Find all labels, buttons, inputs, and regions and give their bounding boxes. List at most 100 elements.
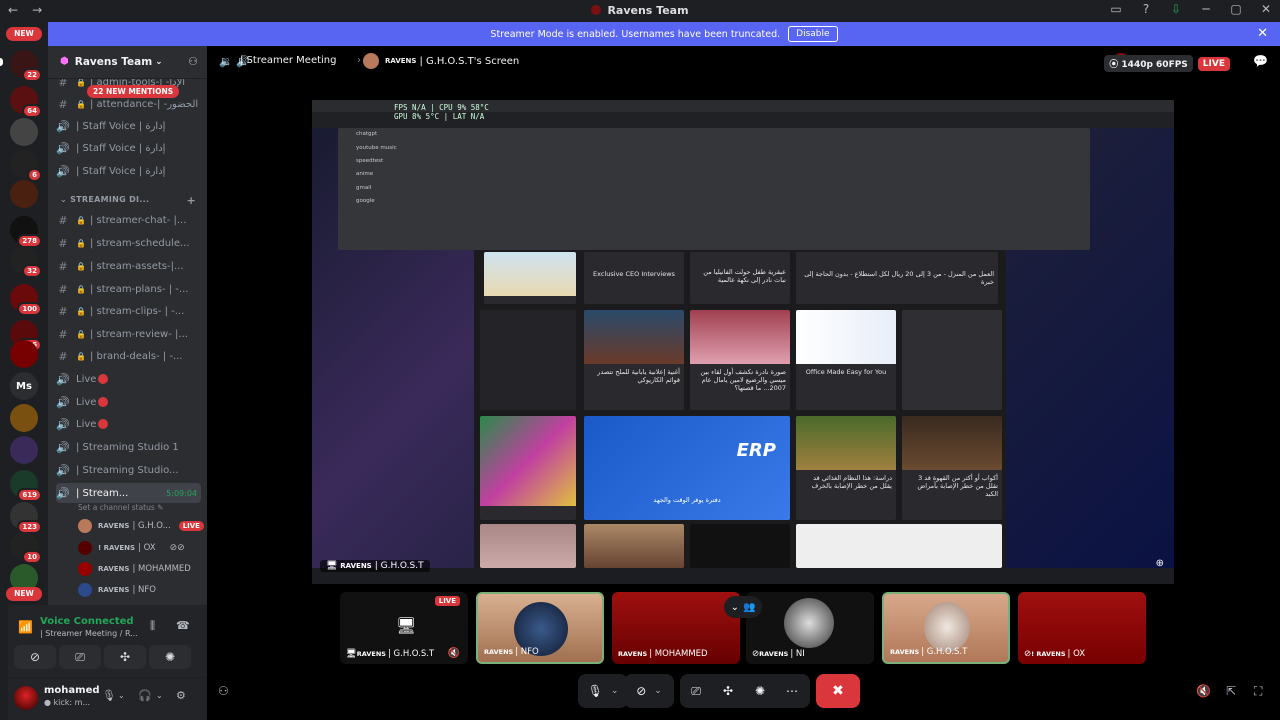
settings-gear-icon[interactable]: ⚙ <box>176 689 186 702</box>
inbox-icon[interactable]: ▭ <box>1108 2 1124 16</box>
noise-suppression-icon[interactable]: ⫼ <box>150 619 155 633</box>
volume-muted-icon[interactable]: 🔇 <box>1196 684 1211 698</box>
chevron-down-icon: ⌄ <box>610 686 619 696</box>
more-options-button[interactable]: ⋯ <box>778 674 806 708</box>
microphone-icon[interactable]: 🎙 <box>102 689 116 702</box>
guild-icon-ms[interactable]: Ms <box>10 372 38 400</box>
channel-item[interactable]: # 🔒 | streamer-chat- |... <box>56 210 201 230</box>
voice-user[interactable]: ! RAVENS | OX ⊘⊘ <box>78 539 185 557</box>
screen-share-stage[interactable]: FPS N/A | CPU 9% 58°C GPU 8% 5°C | LAT N/… <box>312 100 1174 584</box>
close-icon[interactable]: ✕ <box>1258 2 1274 16</box>
back-icon[interactable]: ← <box>8 3 18 17</box>
collapse-participants-button[interactable]: ⌄ 👥 <box>724 596 762 618</box>
streamer-mode-banner: Streamer Mode is enabled. Usernames have… <box>48 22 1280 46</box>
voice-channel-path[interactable]: | Streamer Meeting / R... <box>40 629 150 638</box>
voice-channel-item[interactable]: 🔊 Live <box>56 369 201 389</box>
disconnect-icon[interactable]: ☎ <box>176 619 190 632</box>
disable-button[interactable]: Disable <box>788 26 838 42</box>
camera-off-button[interactable]: ⊘ <box>14 645 56 669</box>
channel-status-hint[interactable]: Set a channel status ✎ <box>78 503 163 512</box>
chevron-down-icon[interactable]: ⌄ <box>156 691 163 700</box>
voice-connected-label[interactable]: Voice Connected <box>40 616 134 627</box>
voice-channel-item[interactable]: 🔊 | Staff Voice | إدارة <box>56 138 201 158</box>
guild-icon[interactable] <box>10 180 38 208</box>
zoom-icon[interactable]: ⊕ <box>1156 558 1164 569</box>
channel-item[interactable]: # 🔒 | stream-schedule... <box>56 233 201 253</box>
microphone-icon: 🎙 <box>587 684 603 698</box>
microphone-button[interactable]: 🎙 ⌄ <box>578 674 628 708</box>
share-screen-button[interactable]: ⎚ <box>682 674 710 708</box>
presenter-name: | G.H.O.S.T <box>374 561 424 571</box>
new-pill[interactable]: NEW <box>6 587 42 601</box>
camera-button[interactable]: ⊘ ⌄ <box>624 674 674 708</box>
voice-channel-item[interactable]: 🔊 | Streaming Studio 1 <box>56 437 201 457</box>
guild-icon[interactable] <box>10 404 38 432</box>
help-icon[interactable]: ? <box>1138 2 1154 16</box>
soundboard-button[interactable]: ✺ <box>149 645 191 669</box>
maximize-icon[interactable]: ▢ <box>1228 2 1244 16</box>
popout-icon[interactable]: ⇱ <box>1226 684 1236 698</box>
activities-button[interactable]: ✣ <box>104 645 146 669</box>
leave-call-button[interactable]: ✖ <box>816 674 860 708</box>
guild-icon[interactable] <box>10 118 38 146</box>
server-header[interactable]: ⬢ Ravens Team ⌄ ⚇ <box>48 45 207 79</box>
chat-bubble-icon[interactable]: 💬 <box>1253 54 1268 68</box>
guild-icon[interactable]: 10 <box>10 532 42 564</box>
guild-icon[interactable]: 6 <box>10 150 42 182</box>
channel-item[interactable]: # 🔒 | stream-clips- | -... <box>56 301 201 321</box>
user-avatar[interactable] <box>14 686 38 710</box>
channel-item[interactable]: # 🔒 | stream-assets-|... <box>56 256 201 276</box>
user-name[interactable]: mohamed <box>44 685 100 696</box>
channel-item[interactable]: # 🔒 | brand-deals- | -... <box>56 346 201 366</box>
new-mentions-pill[interactable]: 22 NEW MENTIONS <box>87 85 180 98</box>
voice-channel-item[interactable]: 🔊 Live <box>56 414 201 434</box>
voice-channel-item[interactable]: 🔊 | Staff Voice | إدارة <box>56 116 201 136</box>
new-pill[interactable]: NEW <box>6 27 42 41</box>
news-grid: Exclusive CEO Interviews عبقرية طفل حولت… <box>474 250 1006 568</box>
participant-tile[interactable]: RAVENS | G.H.O.S.T <box>882 592 1010 664</box>
forward-icon[interactable]: → <box>32 3 42 17</box>
voice-user[interactable]: RAVENS | G.H.O... LIVE <box>78 517 204 535</box>
guild-icon[interactable]: 32 <box>10 246 42 278</box>
soundboard-button[interactable]: ✺ <box>746 674 774 708</box>
share-screen-button[interactable]: ⎚ <box>59 645 101 669</box>
guild-icon[interactable]: 278 <box>10 216 42 248</box>
participant-tile[interactable]: ⊘ RAVENS | NI <box>746 592 874 664</box>
participant-tile[interactable]: 🖥 LIVE 🖥 RAVENS | G.H.O.S.T 🔇 <box>340 592 468 664</box>
minimize-icon[interactable]: ─ <box>1198 2 1214 16</box>
activities-button[interactable]: ✣ <box>714 674 742 708</box>
active-voice-channel[interactable]: 🔊 | Stream... 5:09:04 <box>56 483 201 503</box>
channel-item[interactable]: # 🔒 | stream-plans- | -... <box>56 279 201 299</box>
lock-icon: 🔒 <box>76 329 86 339</box>
guild-icon[interactable]: 64 <box>10 86 42 118</box>
add-user-icon[interactable]: ⚇ <box>218 684 229 698</box>
channel-item[interactable]: # 🔒 | stream-review- |... <box>56 324 201 344</box>
add-channel-icon[interactable]: + <box>186 194 196 207</box>
server-name: Ravens Team <box>74 55 153 68</box>
voice-channel-item[interactable]: 🔊 | Staff Voice | إدارة <box>56 161 201 181</box>
guild-icon[interactable]: 619 <box>10 470 42 502</box>
voice-channel-item[interactable]: 🔊 Live <box>56 392 201 412</box>
headphones-icon[interactable]: 🎧 <box>138 689 152 702</box>
speaker-icon: 🔊 <box>56 486 70 500</box>
news-image <box>796 416 896 470</box>
guild-icon[interactable]: 100 <box>10 284 42 316</box>
fullscreen-icon[interactable]: ⛶ <box>1254 684 1262 699</box>
close-icon[interactable]: ✕ <box>1257 26 1268 41</box>
download-icon[interactable]: ⇩ <box>1168 2 1184 16</box>
voice-channel-item[interactable]: 🔊 | Streaming Studio... <box>56 460 201 480</box>
voice-user[interactable]: RAVENS | MOHAMMED <box>78 560 191 578</box>
category-header[interactable]: ⌄ STREAMING DI... + <box>60 194 200 207</box>
chevron-down-icon[interactable]: ⌄ <box>118 691 125 700</box>
selected-indicator <box>0 58 3 66</box>
guild-icon[interactable]: 22 <box>10 50 42 82</box>
guild-icon[interactable] <box>10 340 38 368</box>
invite-icon[interactable]: ⚇ <box>188 55 198 68</box>
participant-tile[interactable]: RAVENS | MOHAMMED <box>612 592 740 664</box>
voice-user[interactable]: RAVENS | NFO <box>78 581 156 599</box>
signal-icon[interactable]: 📶 <box>18 620 33 634</box>
participant-tile[interactable]: RAVENS | NFO <box>476 592 604 664</box>
guild-icon[interactable] <box>10 436 38 464</box>
participant-tile[interactable]: ⊘ ! RAVENS | OX <box>1018 592 1146 664</box>
guild-icon[interactable]: 123 <box>10 502 42 534</box>
